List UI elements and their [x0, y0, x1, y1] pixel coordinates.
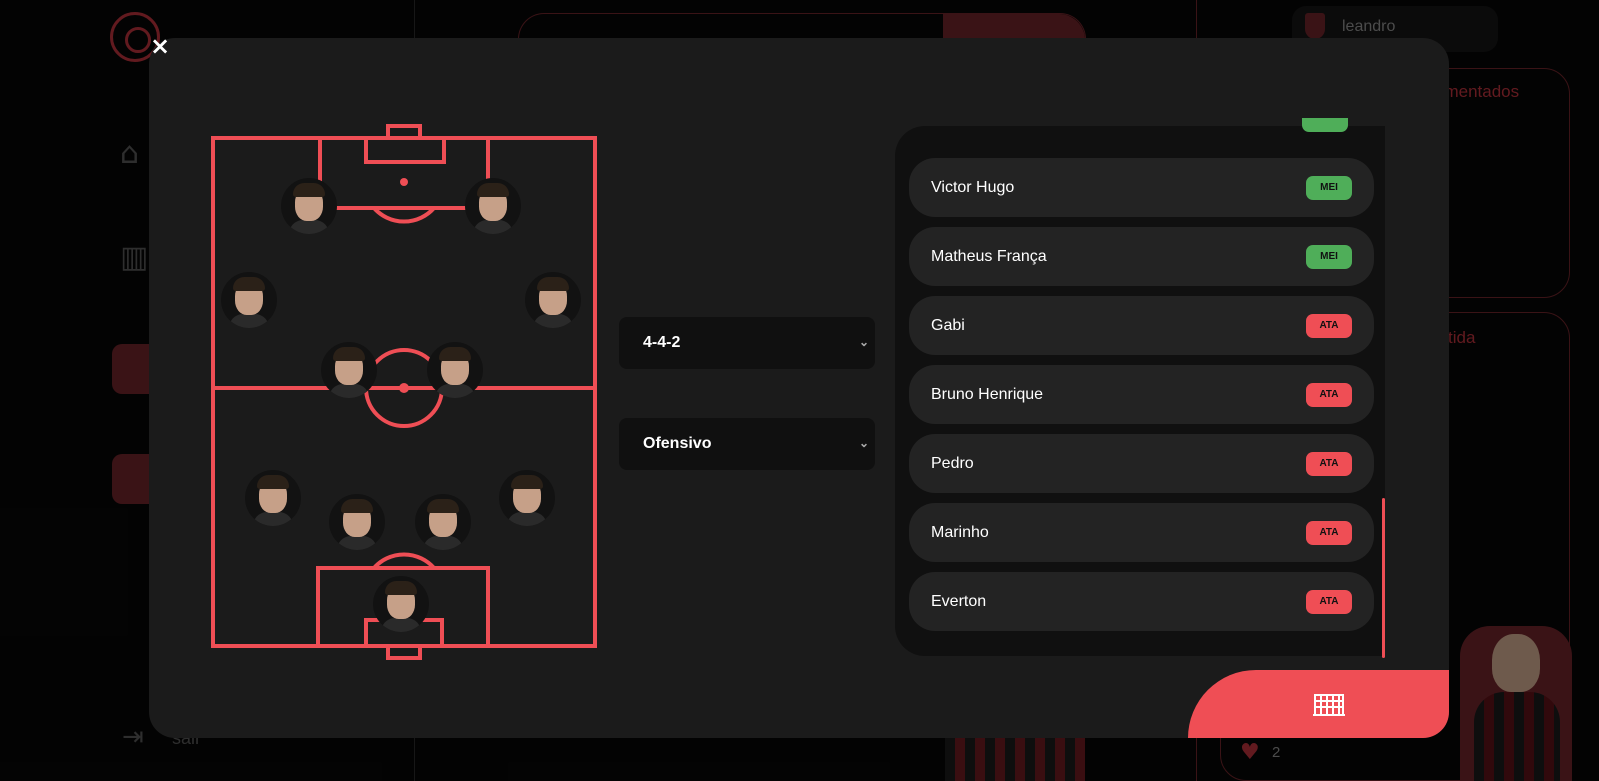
player-avatar-def-left[interactable] [245, 470, 301, 526]
style-select[interactable]: Ofensivo ⌄ [619, 418, 875, 470]
position-badge: MEI [1306, 175, 1352, 200]
style-value: Ofensivo [643, 435, 712, 452]
position-badge: MEI [1306, 244, 1352, 269]
player-avatar-forward-left[interactable] [281, 178, 337, 234]
player-list-item[interactable]: Bruno Henrique ATA [909, 365, 1374, 424]
player-name: Bruno Henrique [931, 385, 1044, 403]
player-list-scrollbar[interactable] [1382, 498, 1385, 658]
player-list-item[interactable]: Gabi ATA [909, 296, 1374, 355]
player-name: Victor Hugo [931, 178, 1015, 196]
player-avatar-mid-center-left[interactable] [321, 342, 377, 398]
player-name: Everton [931, 592, 987, 610]
position-badge: ATA [1306, 589, 1352, 614]
player-avatar-def-center-left[interactable] [329, 494, 385, 550]
close-icon[interactable]: × [150, 34, 170, 58]
goal-net-icon [1312, 694, 1345, 716]
player-avatar-def-center-right[interactable] [415, 494, 471, 550]
chevron-down-icon: ⌄ [858, 436, 869, 450]
formation-select[interactable]: 4-4-2 ⌄ [619, 317, 875, 369]
player-list-item[interactable]: Matheus França MEI [909, 227, 1374, 286]
position-badge-partial [1302, 118, 1348, 132]
player-avatar-mid-right[interactable] [525, 272, 581, 328]
player-name: Gabi [931, 316, 965, 334]
player-avatar-goalkeeper[interactable] [373, 576, 429, 632]
player-avatar-def-right[interactable] [499, 470, 555, 526]
player-name: Marinho [931, 523, 989, 541]
lineup-modal: 4-4-2 ⌄ Ofensivo ⌄ Victor Hugo MEI Mathe… [149, 38, 1449, 738]
player-list-item[interactable]: Pedro ATA [909, 434, 1374, 493]
position-badge: ATA [1306, 451, 1352, 476]
formation-value: 4-4-2 [643, 334, 681, 351]
player-list-item[interactable]: Victor Hugo MEI [909, 158, 1374, 217]
chevron-down-icon: ⌄ [858, 335, 869, 349]
player-avatar-forward-right[interactable] [465, 178, 521, 234]
player-avatar-mid-left[interactable] [221, 272, 277, 328]
position-badge: ATA [1306, 382, 1352, 407]
position-badge: ATA [1306, 520, 1352, 545]
soccer-field [211, 124, 597, 662]
player-list-item[interactable]: Everton ATA [909, 572, 1374, 631]
player-avatar-mid-center-right[interactable] [427, 342, 483, 398]
save-lineup-button[interactable] [1188, 670, 1449, 738]
player-name: Matheus França [931, 247, 1047, 265]
player-list-item[interactable]: Marinho ATA [909, 503, 1374, 562]
position-badge: ATA [1306, 313, 1352, 338]
player-name: Pedro [931, 454, 974, 472]
